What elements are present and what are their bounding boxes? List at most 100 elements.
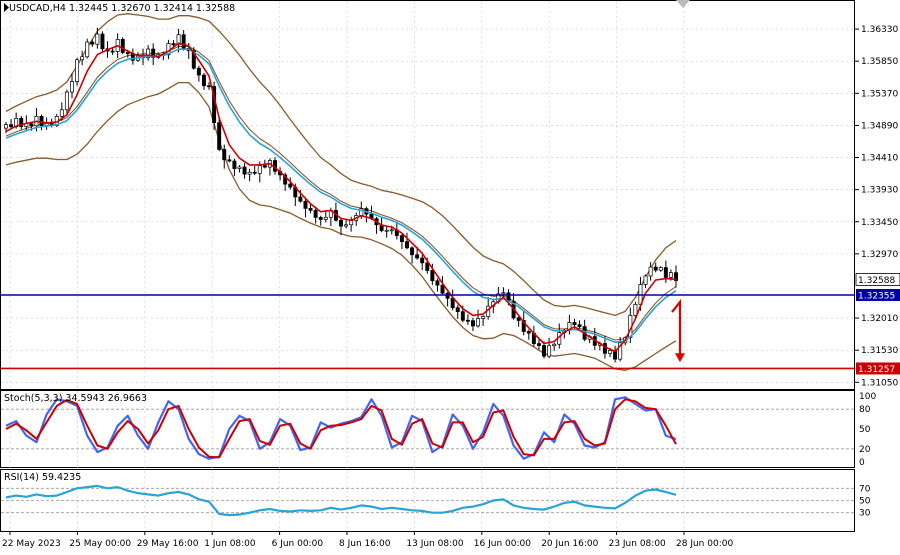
price-tick-label: 1.31050 — [861, 378, 898, 388]
time-tick-label: 28 Jun 00:00 — [676, 539, 733, 549]
target-price-tag: 1.31257 — [858, 365, 895, 375]
stoch-tick-label: 20 — [859, 445, 871, 455]
candle-body — [171, 43, 176, 46]
rsi-tick-label: 30 — [859, 509, 871, 519]
candle-body — [430, 270, 435, 282]
stoch-tick-label: 50 — [859, 425, 871, 435]
candle-body — [648, 266, 653, 277]
price-tick-label: 1.32970 — [861, 250, 898, 260]
candle-body — [181, 34, 186, 49]
price-tick-label: 1.34410 — [861, 154, 898, 164]
candle-body — [70, 81, 74, 93]
candle-body — [608, 350, 612, 354]
candle-body — [420, 257, 425, 264]
time-tick-label: 20 Jun 16:00 — [541, 539, 598, 549]
candle-body — [435, 280, 440, 286]
candle-body — [298, 196, 303, 202]
candle-body — [196, 67, 201, 76]
candle-body — [288, 183, 293, 188]
time-tick-label: 6 Jun 00:00 — [272, 539, 324, 549]
candle-body — [323, 216, 328, 220]
candle-body — [389, 229, 394, 232]
candle-body — [252, 171, 257, 174]
price-tick-label: 1.33930 — [861, 186, 898, 196]
candle-body — [59, 109, 64, 117]
time-tick-label: 13 Jun 08:00 — [406, 539, 463, 549]
chart-background — [0, 0, 900, 555]
candle-body — [90, 41, 95, 45]
price-tick-label: 1.36330 — [861, 25, 898, 35]
time-tick-label: 1 Jun 08:00 — [204, 539, 256, 549]
candle-body — [663, 267, 668, 278]
price-tick-label: 1.34890 — [861, 121, 898, 131]
price-tick-label: 1.35850 — [861, 57, 898, 67]
candle-body — [516, 317, 521, 321]
stoch-tick-label: 80 — [859, 405, 871, 415]
candle-body — [643, 275, 648, 285]
rsi-title: RSI(14) 59.4235 — [4, 472, 81, 483]
candle-body — [120, 38, 125, 53]
time-tick-label: 8 Jun 16:00 — [339, 539, 391, 549]
candle-body — [75, 59, 80, 82]
candle-body — [222, 149, 227, 161]
candle-body — [308, 208, 313, 211]
candle-body — [547, 345, 552, 357]
candle-body — [344, 224, 349, 227]
candle-body — [247, 171, 252, 175]
price-tick-label: 1.35370 — [861, 89, 898, 99]
candle-body — [653, 266, 658, 271]
candle-body — [577, 324, 582, 327]
candle-body — [476, 318, 481, 327]
candle-body — [542, 345, 547, 357]
candle-body — [658, 267, 663, 271]
candle-body — [536, 343, 541, 346]
candle-body — [440, 284, 445, 294]
candle-body — [125, 52, 130, 54]
candle-body — [410, 247, 415, 256]
candle-body — [242, 166, 247, 175]
symbol-header: USDCAD,H4 1.32445 1.32670 1.32414 1.3258… — [9, 3, 235, 14]
price-chart[interactable]: 1.36330 1.35850 1.35370 1.34890 1.34410 1.339… — [0, 0, 900, 555]
candle-body — [217, 122, 222, 150]
candle-body — [399, 235, 404, 242]
candle-body — [201, 74, 206, 87]
time-tick-label: 22 May 2023 — [2, 539, 61, 549]
candle-body — [64, 91, 69, 111]
candle-body — [602, 343, 607, 354]
candle-body — [339, 219, 343, 227]
candle-body — [481, 316, 486, 319]
candle-body — [9, 124, 14, 128]
candle-body — [227, 159, 232, 162]
candle-body — [313, 209, 318, 218]
candle-body — [232, 160, 237, 169]
candle-body — [470, 320, 475, 327]
candle-body — [384, 229, 389, 232]
stoch-title: Stoch(5,3,3) 34.5943 26.9663 — [4, 393, 147, 404]
time-tick-label: 29 May 16:00 — [137, 539, 199, 549]
candle-body — [572, 322, 577, 326]
candle-body — [455, 307, 460, 313]
candle-body — [95, 33, 100, 45]
candle-body — [110, 50, 115, 53]
candle-body — [303, 200, 308, 209]
candle-body — [257, 165, 262, 174]
candle-body — [100, 33, 105, 50]
candle-body — [4, 124, 8, 129]
candle-body — [465, 319, 470, 322]
candle-body — [501, 292, 506, 295]
candle-body — [318, 217, 323, 220]
candle-body — [29, 123, 34, 127]
candle-body — [39, 115, 44, 126]
time-tick-label: 25 May 00:00 — [69, 539, 131, 549]
candle-body — [668, 272, 673, 278]
rsi-tick-label: 50 — [859, 497, 871, 507]
support-price-tag: 1.32355 — [858, 292, 895, 302]
price-tick-label: 1.33450 — [861, 218, 898, 228]
time-tick-label: 23 Jun 08:00 — [609, 539, 666, 549]
stoch-tick-label: 0 — [859, 458, 865, 468]
candle-body — [552, 343, 557, 347]
candle-body — [526, 331, 531, 334]
candle-body — [85, 41, 90, 58]
candle-body — [237, 166, 242, 169]
candle-body — [405, 241, 409, 249]
